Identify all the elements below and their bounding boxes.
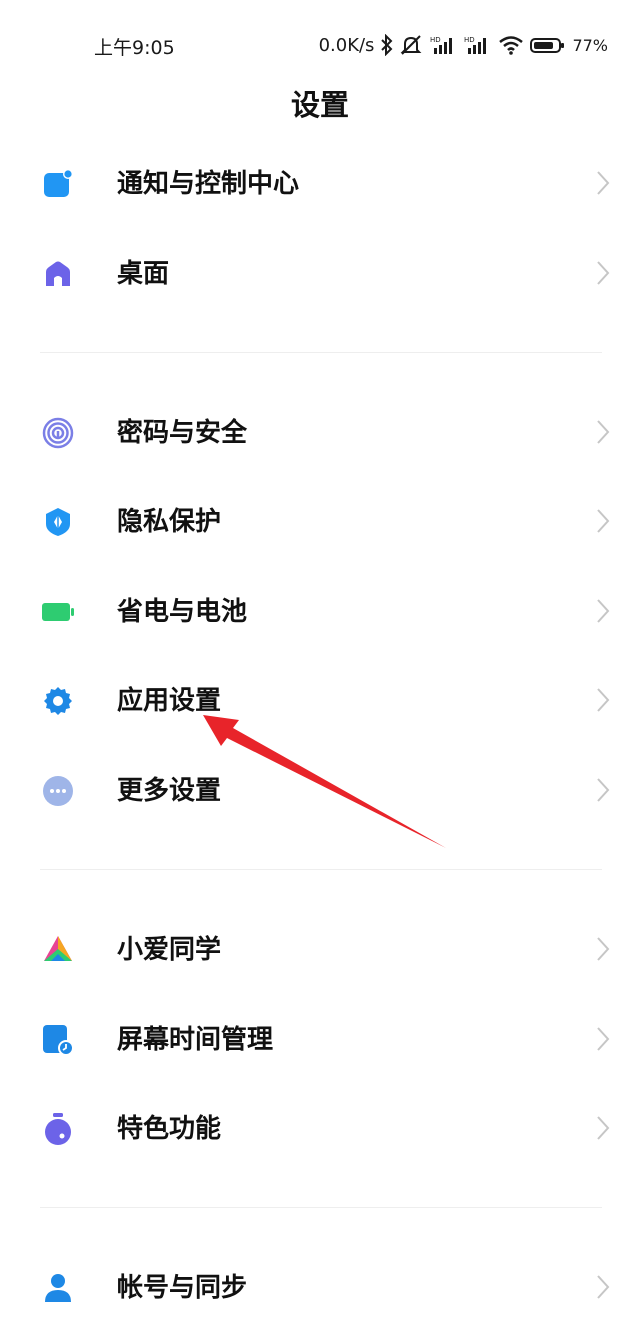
settings-item-battery[interactable]: 省电与电池	[0, 567, 640, 657]
section-divider	[40, 1207, 602, 1208]
section-divider	[40, 869, 602, 870]
chevron-right-icon	[597, 1275, 610, 1299]
chevron-right-icon	[597, 171, 610, 195]
chevron-right-icon	[597, 688, 610, 712]
settings-item-label: 特色功能	[117, 1114, 222, 1144]
settings-item-desktop[interactable]: 桌面	[0, 229, 640, 319]
screen-time-icon	[39, 1021, 77, 1059]
feature-icon	[39, 1110, 77, 1148]
fingerprint-icon	[39, 414, 77, 452]
settings-item-password-security[interactable]: 密码与安全	[0, 388, 640, 478]
settings-item-label: 更多设置	[117, 776, 222, 806]
settings-item-label: 通知与控制中心	[117, 169, 300, 199]
settings-item-app-settings[interactable]: 应用设置	[0, 656, 640, 746]
settings-item-more-settings[interactable]: 更多设置	[0, 746, 640, 836]
settings-item-screen-time[interactable]: 屏幕时间管理	[0, 995, 640, 1085]
section-divider	[40, 352, 602, 353]
chevron-right-icon	[597, 509, 610, 533]
more-icon	[39, 772, 77, 810]
settings-list: 通知与控制中心 桌面 密码与安全 隐私保护 省电与电池 应用设置 更多设置 小爱…	[0, 0, 640, 1318]
settings-item-label: 小爱同学	[117, 935, 222, 965]
chevron-right-icon	[597, 1027, 610, 1051]
battery-icon	[39, 593, 77, 631]
settings-item-label: 省电与电池	[117, 597, 248, 627]
settings-item-xiaoai[interactable]: 小爱同学	[0, 905, 640, 995]
notification-icon	[39, 165, 77, 203]
home-icon	[39, 255, 77, 293]
chevron-right-icon	[597, 1116, 610, 1140]
settings-item-privacy[interactable]: 隐私保护	[0, 477, 640, 567]
chevron-right-icon	[597, 420, 610, 444]
settings-item-label: 隐私保护	[117, 507, 222, 537]
gear-icon	[39, 682, 77, 720]
chevron-right-icon	[597, 261, 610, 285]
settings-item-label: 应用设置	[117, 686, 222, 716]
chevron-right-icon	[597, 937, 610, 961]
settings-item-notifications[interactable]: 通知与控制中心	[0, 139, 640, 229]
shield-icon	[39, 503, 77, 541]
settings-item-account-sync[interactable]: 帐号与同步	[0, 1243, 640, 1333]
chevron-right-icon	[597, 599, 610, 623]
settings-item-features[interactable]: 特色功能	[0, 1084, 640, 1174]
settings-item-label: 帐号与同步	[117, 1273, 248, 1303]
account-icon	[39, 1269, 77, 1307]
settings-item-label: 桌面	[117, 259, 170, 289]
chevron-right-icon	[597, 778, 610, 802]
xiaoai-icon	[39, 931, 77, 969]
settings-item-label: 屏幕时间管理	[117, 1025, 274, 1055]
settings-item-label: 密码与安全	[117, 418, 248, 448]
